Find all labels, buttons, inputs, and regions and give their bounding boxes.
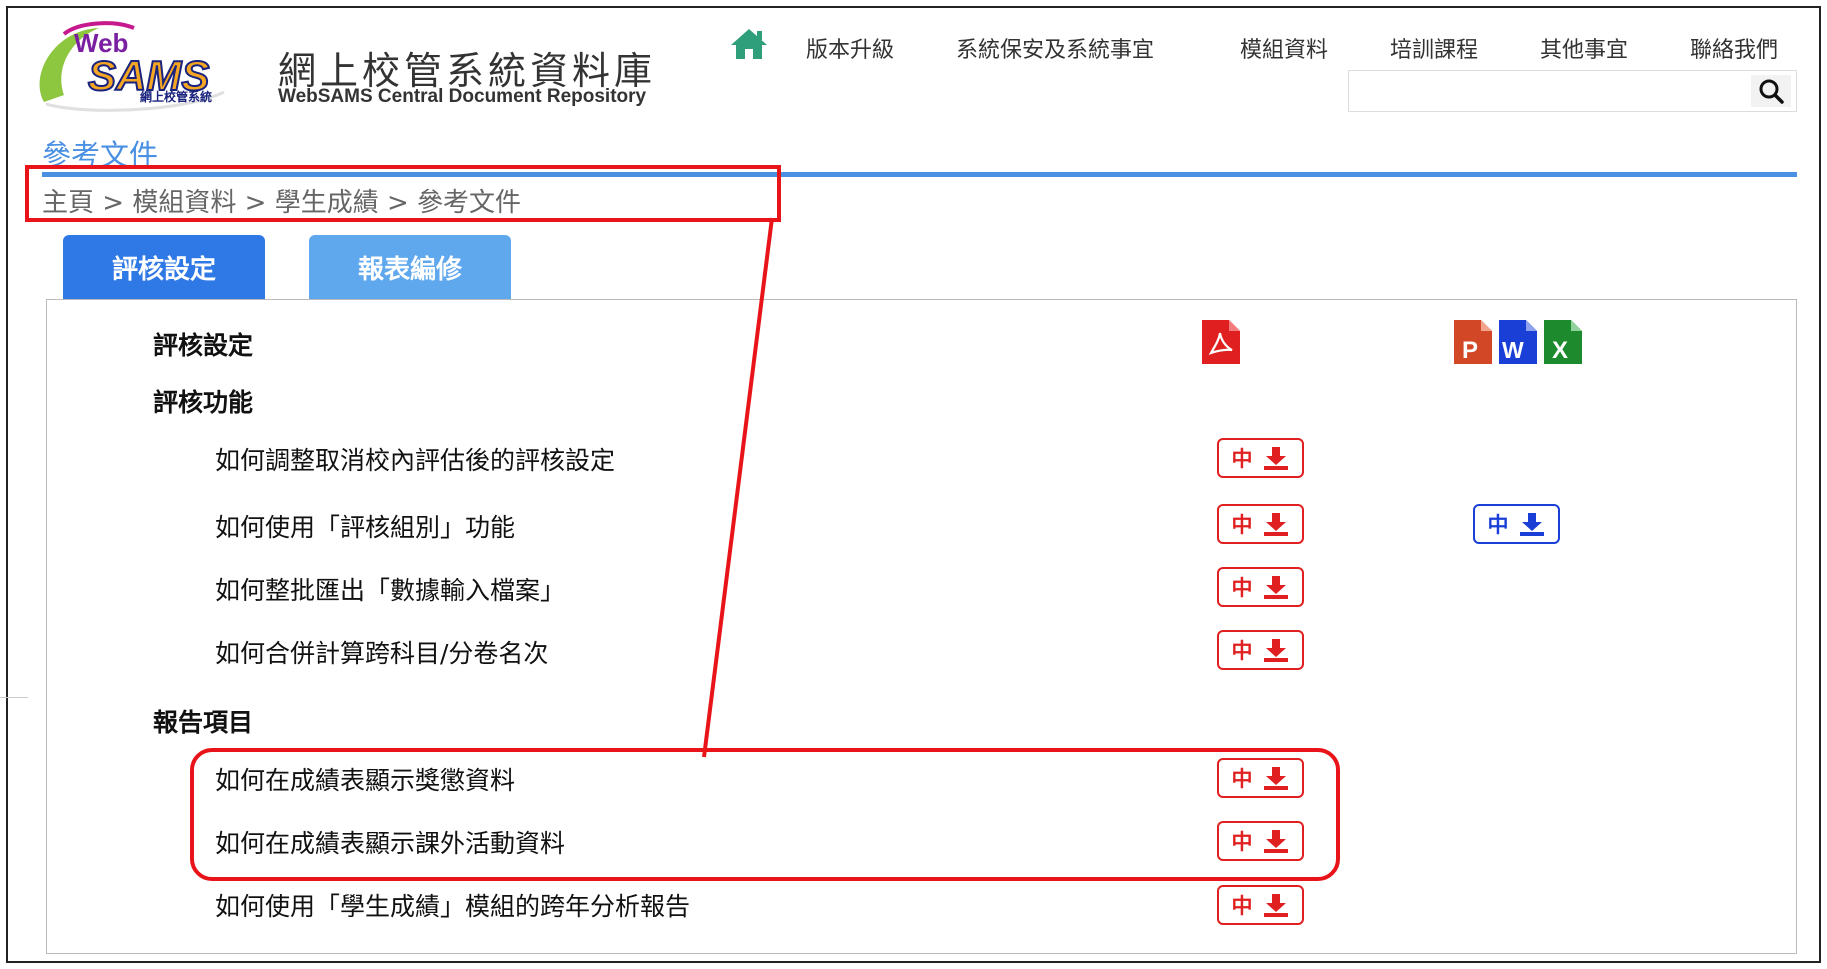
pdf-download-button[interactable]: 中 — [1217, 504, 1304, 544]
pdf-download-button[interactable]: 中 — [1217, 758, 1304, 798]
search-button[interactable] — [1751, 75, 1791, 107]
download-icon — [1263, 767, 1288, 790]
tab-assessment-setup[interactable]: 評核設定 — [63, 235, 265, 300]
breadcrumb-separator: > — [244, 188, 267, 218]
download-icon — [1263, 639, 1288, 662]
breadcrumb-current: 參考文件 — [417, 188, 522, 218]
download-icon — [1263, 447, 1288, 470]
nav-version-upgrade[interactable]: 版本升級 — [806, 32, 894, 64]
doc-title: 如何整批匯出「數據輸入檔案」 — [215, 576, 566, 605]
breadcrumb-separator: > — [102, 188, 125, 218]
doc-title: 如何合併計算跨科目/分卷名次 — [215, 639, 549, 668]
nav-system-security[interactable]: 系統保安及系統事宜 — [956, 32, 1154, 64]
doc-title: 如何在成績表顯示課外活動資料 — [215, 829, 566, 858]
section-title-assessment-functions: 評核功能 — [153, 388, 254, 417]
breadcrumb-home[interactable]: 主頁 — [42, 188, 94, 218]
word-icon: W — [1499, 320, 1537, 364]
language-label: 中 — [1231, 830, 1253, 854]
language-label: 中 — [1231, 639, 1253, 663]
search-bar — [1348, 70, 1797, 112]
breadcrumb-module-info[interactable]: 模組資料 — [132, 188, 236, 218]
home-icon[interactable] — [729, 26, 769, 62]
doc-title: 如何使用「學生成績」模組的跨年分析報告 — [215, 892, 691, 921]
nav-module-info[interactable]: 模組資料 — [1240, 32, 1328, 64]
nav-training-courses[interactable]: 培訓課程 — [1390, 32, 1478, 64]
doc-title: 如何在成績表顯示獎懲資料 — [215, 766, 516, 795]
download-icon — [1519, 513, 1544, 536]
pdf-download-button[interactable]: 中 — [1217, 567, 1304, 607]
breadcrumb-separator: > — [386, 188, 409, 218]
office-download-button[interactable]: 中 — [1473, 504, 1560, 544]
search-icon — [1759, 79, 1784, 104]
heading-divider — [42, 172, 1797, 177]
tab-report-editing[interactable]: 報表編修 — [309, 235, 511, 300]
pdf-download-button[interactable]: 中 — [1217, 885, 1304, 925]
section-title-assessment-setup: 評核設定 — [153, 331, 254, 360]
doc-title: 如何使用「評核組別」功能 — [215, 513, 516, 542]
download-icon — [1263, 830, 1288, 853]
site-subtitle: WebSAMS Central Document Repository — [278, 86, 647, 107]
download-icon — [1263, 513, 1288, 536]
svg-text:W: W — [1502, 337, 1524, 363]
pdf-download-button[interactable]: 中 — [1217, 821, 1304, 861]
pdf-download-button[interactable]: 中 — [1217, 630, 1304, 670]
language-label: 中 — [1231, 576, 1253, 600]
excel-icon: X — [1544, 320, 1582, 364]
doc-title: 如何調整取消校內評估後的評核設定 — [215, 446, 616, 475]
download-icon — [1263, 894, 1288, 917]
powerpoint-icon: P — [1454, 320, 1492, 364]
section-title-report-items: 報告項目 — [153, 708, 254, 737]
breadcrumb: 主頁 > 模組資料 > 學生成績 > 參考文件 — [42, 182, 521, 219]
logo-tiny-caption: 網上校管系統 — [140, 90, 213, 104]
search-input[interactable] — [1349, 71, 1739, 111]
language-label: 中 — [1231, 894, 1253, 918]
download-icon — [1263, 576, 1288, 599]
pdf-icon — [1202, 320, 1240, 364]
nav-contact-us[interactable]: 聯絡我們 — [1690, 32, 1778, 64]
svg-text:P: P — [1462, 337, 1478, 364]
language-label: 中 — [1231, 767, 1253, 791]
language-label: 中 — [1231, 513, 1253, 537]
language-label: 中 — [1231, 447, 1253, 471]
language-label: 中 — [1487, 513, 1509, 537]
pdf-download-button[interactable]: 中 — [1217, 438, 1304, 478]
svg-text:X: X — [1552, 337, 1568, 364]
nav-other-matters[interactable]: 其他事宜 — [1540, 32, 1628, 64]
page-title: 參考文件 — [42, 138, 159, 172]
left-divider-tick — [0, 697, 28, 698]
breadcrumb-student-results[interactable]: 學生成績 — [275, 188, 379, 218]
